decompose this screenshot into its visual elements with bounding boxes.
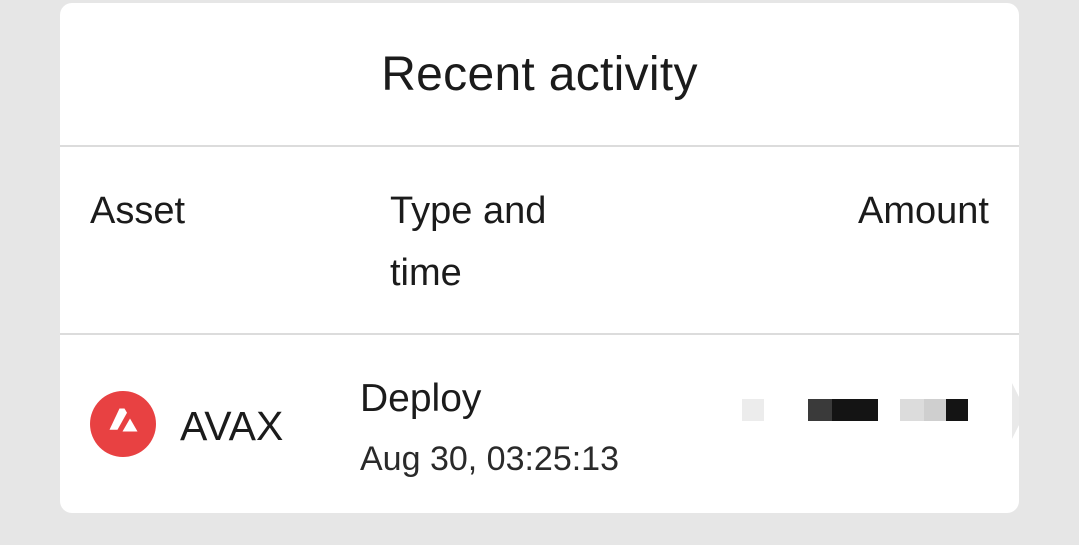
chevron-right-icon[interactable] (1012, 383, 1019, 439)
activity-row[interactable]: AVAX Deploy Aug 30, 03:25:13 (60, 335, 1019, 513)
column-header-type-time: Type and time (390, 190, 547, 294)
column-header-amount: Amount (858, 190, 989, 232)
transaction-type: Deploy (360, 377, 482, 420)
recent-activity-card: Recent activity Asset Type and time Amou… (60, 3, 1019, 513)
card-title: Recent activity (381, 47, 698, 101)
asset-name: AVAX (180, 403, 284, 449)
title-divider (60, 145, 1019, 147)
avax-logo-icon (90, 391, 156, 457)
column-header-asset: Asset (90, 190, 186, 232)
transaction-time: Aug 30, 03:25:13 (360, 440, 620, 478)
amount-masked-value (742, 399, 972, 421)
